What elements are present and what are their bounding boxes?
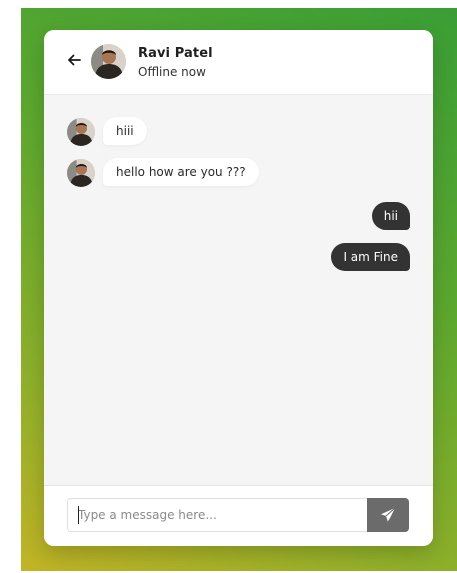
outgoing-message: hii [371,202,410,230]
avatar [67,159,95,187]
text-cursor [78,506,79,524]
incoming-message: hello how are you ??? [103,158,259,186]
chat-header: Ravi Patel Offline now [44,30,433,95]
send-button[interactable] [367,498,409,532]
outgoing-message: I am Fine [331,243,410,271]
incoming-message: hiii [103,117,147,145]
chat-window: Ravi Patel Offline now hiii hello how ar… [44,30,433,546]
contact-status: Offline now [138,65,206,79]
avatar [67,118,95,146]
contact-name: Ravi Patel [138,46,213,61]
message-composer [44,485,433,546]
paper-plane-icon [381,507,396,522]
message-input[interactable] [67,498,367,532]
avatar [91,44,126,79]
arrow-left-icon[interactable] [66,52,82,68]
message-list[interactable]: hiii hello how are you ??? hii I am Fine [44,95,433,485]
